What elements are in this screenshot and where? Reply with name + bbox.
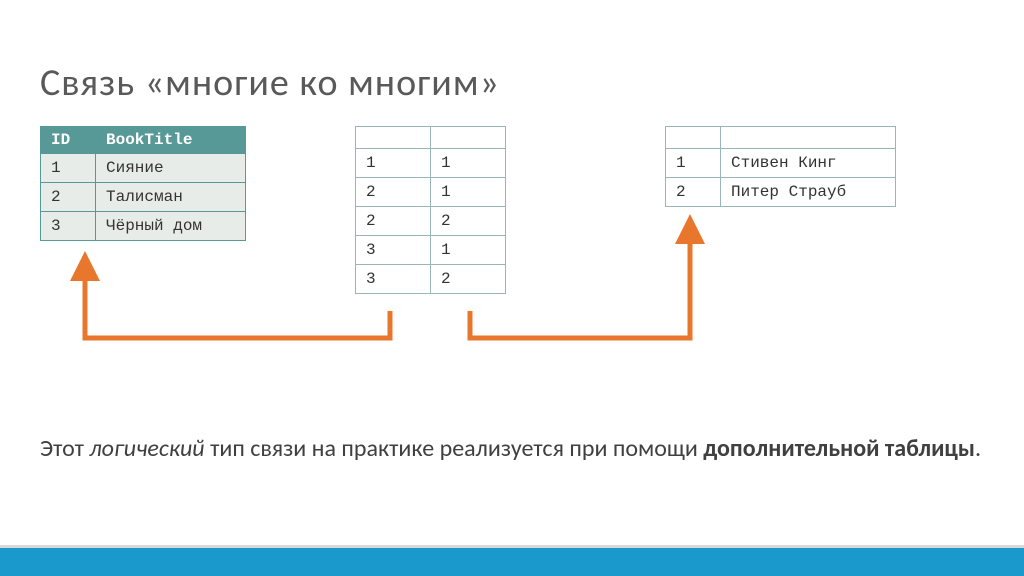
table-row: 3 Чёрный дом <box>41 212 246 241</box>
table-row: 1 1 <box>356 149 506 178</box>
table-header-empty <box>431 127 506 149</box>
text-part: Этот <box>40 434 89 463</box>
table-cell: 2 <box>41 183 96 212</box>
table-cell: 2 <box>431 207 506 236</box>
table-header-empty <box>721 127 896 149</box>
text-strong: дополнительной таблицы <box>703 434 975 463</box>
table-cell: 3 <box>356 265 431 294</box>
table-header: ID <box>41 127 96 154</box>
table-cell: Стивен Кинг <box>721 149 896 178</box>
table-cell: 1 <box>41 154 96 183</box>
table-row: 2 Питер Страуб <box>666 178 896 207</box>
junction-table: 1 1 2 1 2 2 3 1 3 2 <box>355 126 506 294</box>
text-part: тип связи на практике реализуется при по… <box>205 434 704 463</box>
table-row: 2 Талисман <box>41 183 246 212</box>
text-emphasis: логический <box>89 434 204 463</box>
table-row: 3 2 <box>356 265 506 294</box>
table-cell: 2 <box>431 265 506 294</box>
table-cell: 1 <box>356 149 431 178</box>
table-row: 2 1 <box>356 178 506 207</box>
table-cell: Сияние <box>96 154 246 183</box>
table-cell: Талисман <box>96 183 246 212</box>
table-cell: 1 <box>431 149 506 178</box>
tables-container: ID BookTitle 1 Сияние 2 Талисман 3 Чёрны… <box>40 126 984 356</box>
table-cell: 2 <box>356 207 431 236</box>
table-cell: 3 <box>356 236 431 265</box>
slide-title: Связь «многие ко многим» <box>40 60 984 106</box>
table-header-empty <box>666 127 721 149</box>
books-table: ID BookTitle 1 Сияние 2 Талисман 3 Чёрны… <box>40 126 246 241</box>
table-cell: 2 <box>356 178 431 207</box>
table-cell: 2 <box>666 178 721 207</box>
table-row: 2 2 <box>356 207 506 236</box>
table-cell: 1 <box>431 236 506 265</box>
table-header: BookTitle <box>96 127 246 154</box>
table-cell: 3 <box>41 212 96 241</box>
table-row: 1 Стивен Кинг <box>666 149 896 178</box>
table-row: 3 1 <box>356 236 506 265</box>
table-cell: 1 <box>431 178 506 207</box>
table-cell: 1 <box>666 149 721 178</box>
table-cell: Чёрный дом <box>96 212 246 241</box>
table-row: 1 Сияние <box>41 154 246 183</box>
arrow-left <box>85 256 390 338</box>
slide: Связь «многие ко многим» ID BookTitle 1 … <box>0 0 1024 576</box>
table-header-empty <box>356 127 431 149</box>
table-cell: Питер Страуб <box>721 178 896 207</box>
description-text: Этот логический тип связи на практике ре… <box>40 432 984 466</box>
text-part: . <box>975 434 981 463</box>
authors-table: 1 Стивен Кинг 2 Питер Страуб <box>665 126 896 207</box>
footer-bar <box>0 548 1024 576</box>
